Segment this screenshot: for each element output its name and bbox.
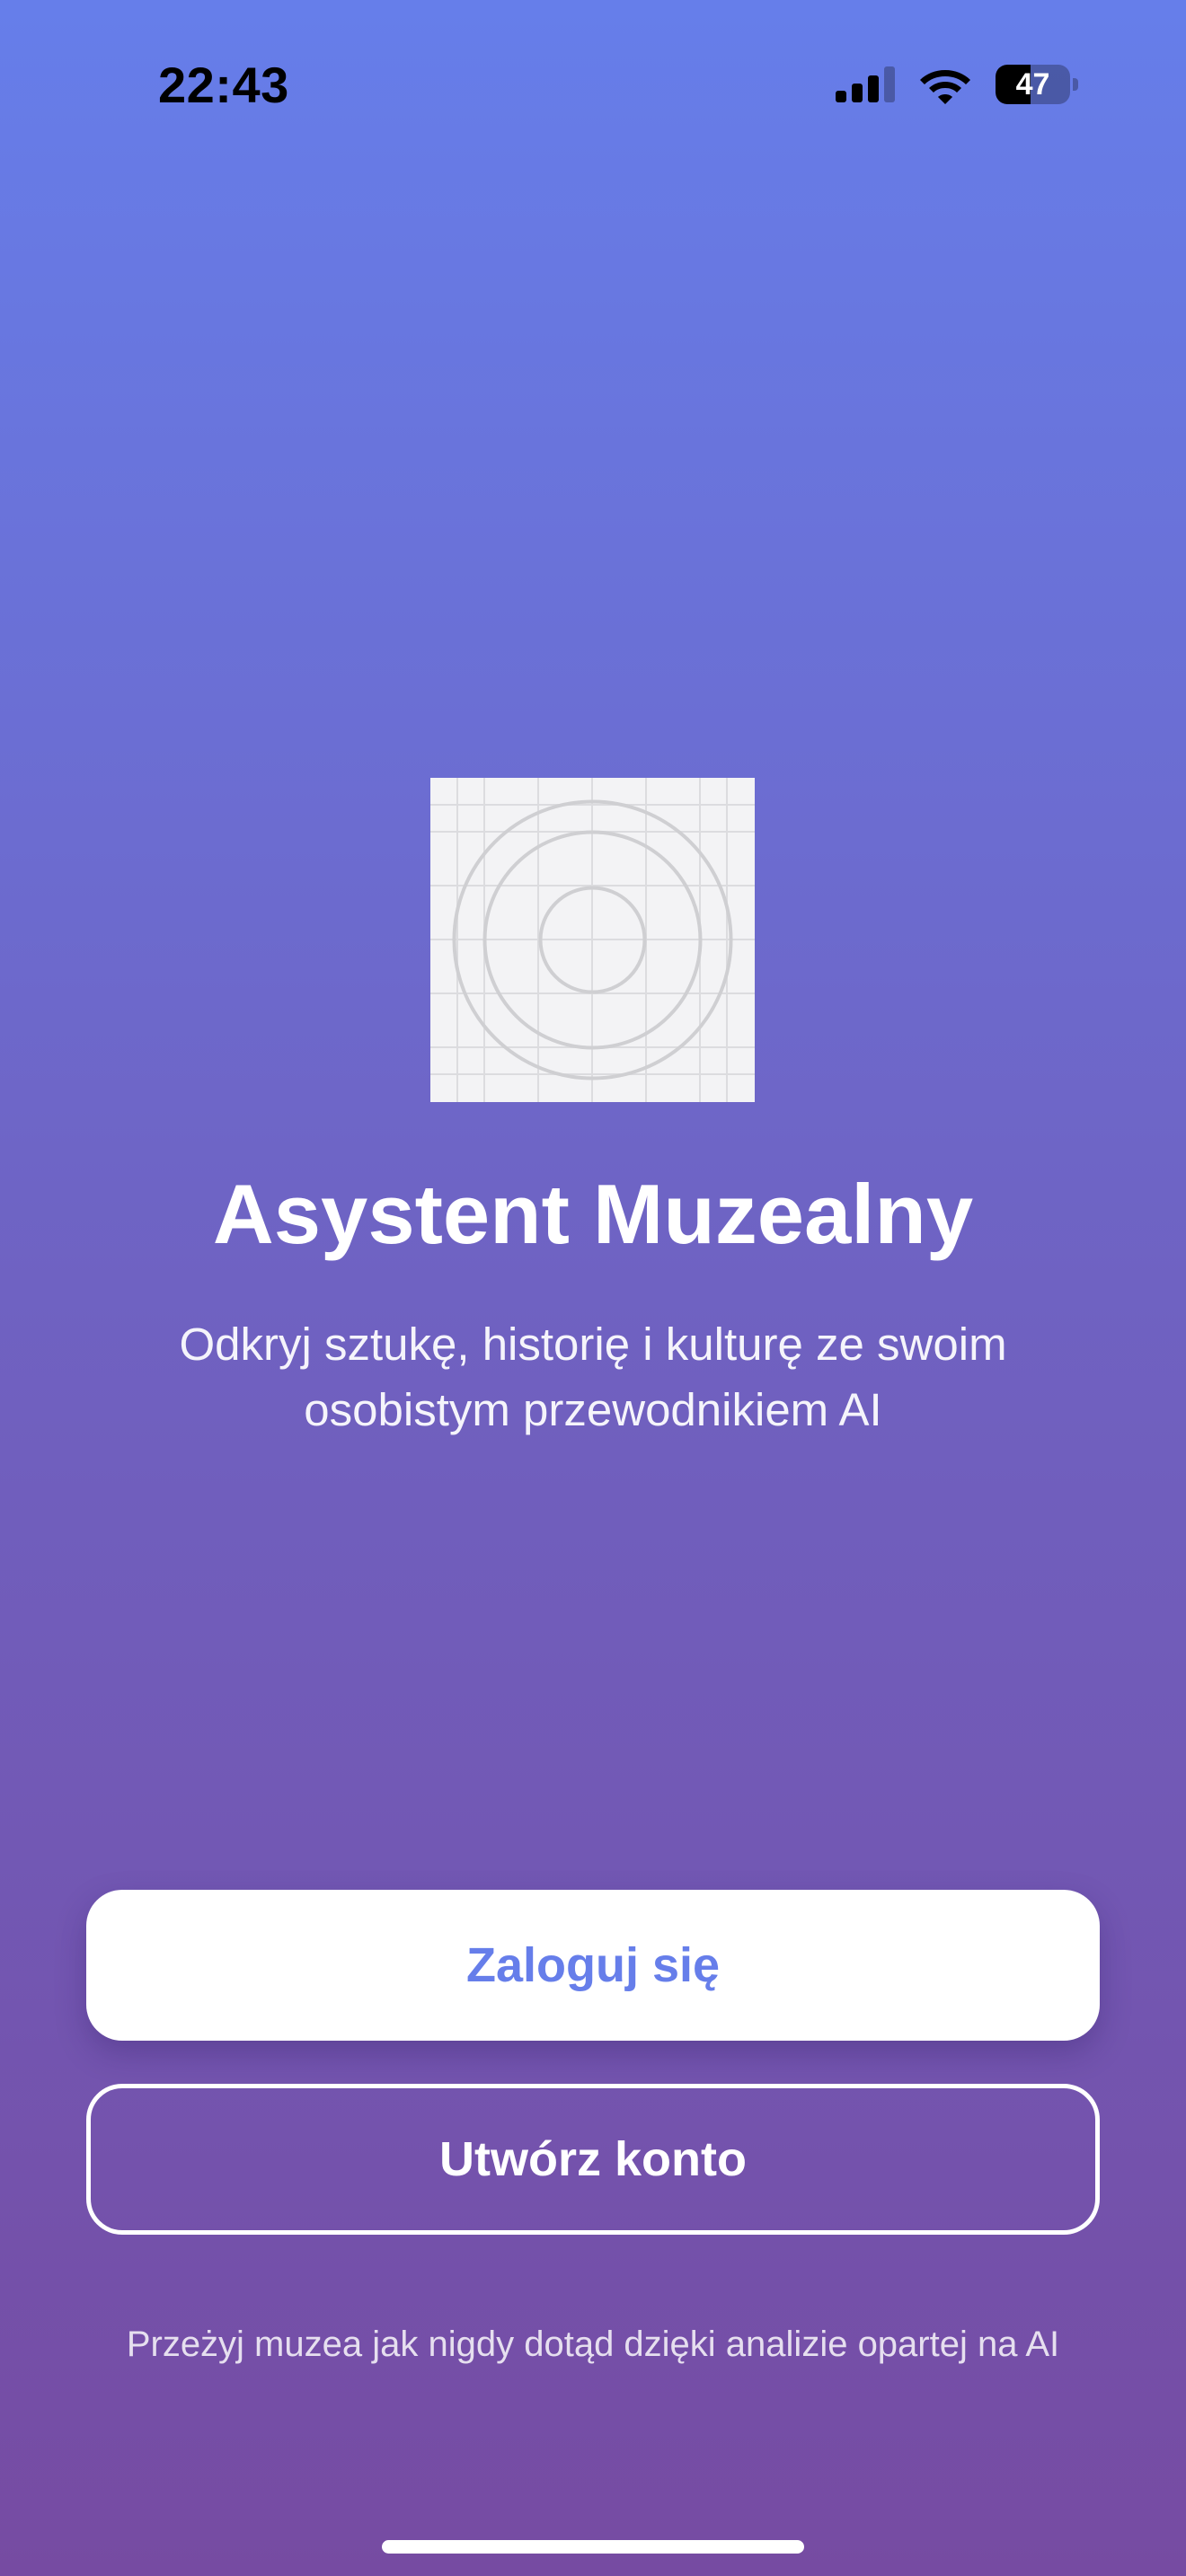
status-icons: 47 [836,65,1078,104]
status-bar: 22:43 47 [0,0,1186,171]
create-account-button[interactable]: Utwórz konto [86,2084,1100,2235]
login-button[interactable]: Zaloguj się [86,1890,1100,2041]
status-time: 22:43 [158,57,289,113]
battery-body: 47 [996,65,1071,104]
signal-icon [836,66,895,102]
battery-icon: 47 [996,65,1078,104]
wifi-icon [918,65,972,104]
battery-cap [1073,78,1078,91]
app-title: Asystent Muzealny [212,1167,974,1261]
app-subtitle: Odkryj sztukę, historię i kulturę ze swo… [179,1319,1007,1435]
placeholder-image-icon [430,778,755,1102]
footer-tagline: Przeżyj muzea jak nigdy dotąd dzięki ana… [126,2325,1060,2364]
home-indicator[interactable] [382,2540,804,2554]
battery-level: 47 [1015,66,1050,101]
